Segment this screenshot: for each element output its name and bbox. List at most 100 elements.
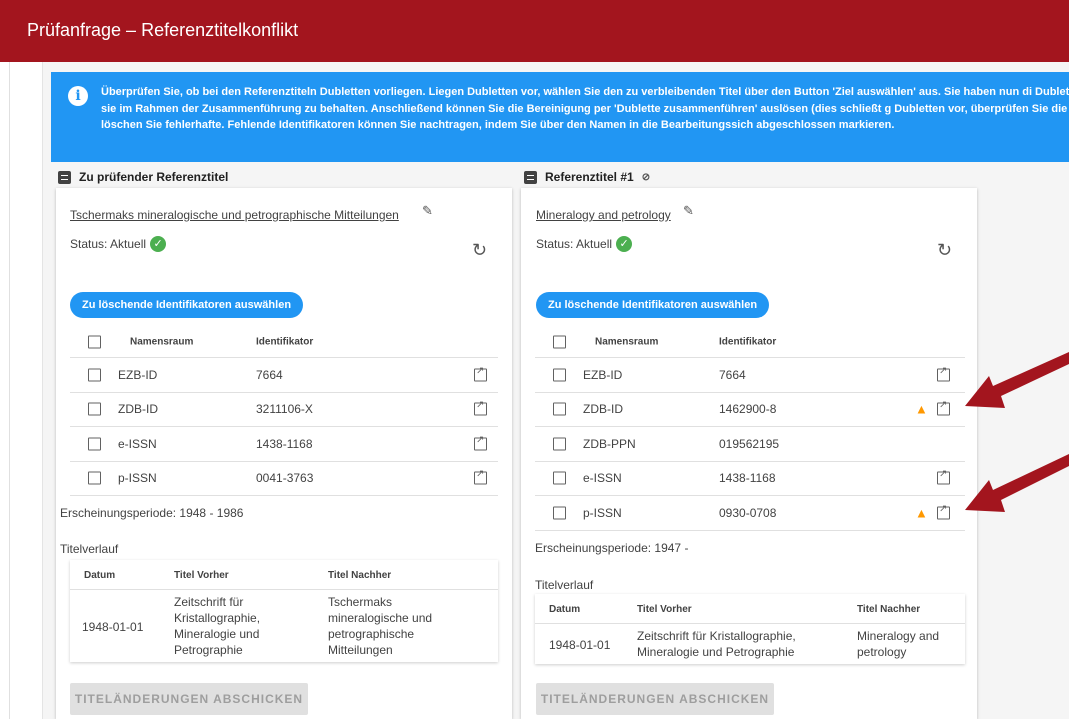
refresh-icon[interactable]: ↻	[937, 240, 952, 261]
check-icon: ✓	[150, 236, 167, 252]
identifier: 7664	[719, 367, 746, 382]
table-row: e-ISSN 1438-1168	[535, 462, 965, 496]
col-namespace: Namensraum	[595, 336, 659, 347]
right-title-link[interactable]: Mineralogy and petrology	[536, 208, 671, 222]
open-external-icon[interactable]	[474, 434, 487, 451]
warning-icon: ▲	[915, 505, 928, 521]
open-external-icon[interactable]	[474, 365, 487, 382]
col-title-before: Titel Vorher	[174, 570, 229, 581]
history-row: 1948-01-01 Zeitschrift für Kristallograp…	[70, 590, 498, 662]
col-title-after: Titel Nachher	[328, 570, 392, 581]
warning-icon: ▲	[915, 401, 928, 417]
info-text: Überprüfen Sie, ob bei den Referenztitel…	[101, 86, 1069, 131]
info-alert: i Überprüfen Sie, ob bei den Referenztit…	[51, 72, 1069, 162]
history-before: Zeitschrift für Kristallographie, Minera…	[637, 629, 796, 659]
namespace: EZB-ID	[583, 367, 623, 382]
table-header: Namensraum Identifikator	[535, 326, 965, 358]
col-identifier: Identifikator	[719, 336, 777, 347]
submit-title-changes-button[interactable]: TITELÄNDERUNGEN ABSCHICKEN	[70, 683, 308, 715]
history-after: Tschermaks mineralogische und petrograph…	[328, 595, 433, 657]
history-before: Zeitschrift für Kristallographie, Minera…	[174, 595, 261, 657]
app-header: Prüfanfrage – Referenztitelkonflikt	[0, 0, 1069, 62]
table-row: ZDB-ID 1462900-8 ▲	[535, 393, 965, 427]
row-checkbox[interactable]	[88, 402, 101, 416]
edit-icon[interactable]: ✎	[422, 203, 433, 219]
status-label: Status: Aktuell	[70, 237, 147, 251]
select-identifiers-button[interactable]: Zu löschende Identifikatoren auswählen	[70, 292, 304, 318]
namespace: e-ISSN	[118, 436, 157, 451]
table-row: e-ISSN 1438-1168	[70, 427, 498, 462]
right-column-header: Referenztitel #1 ⊘	[524, 170, 650, 184]
open-external-icon[interactable]	[937, 469, 950, 485]
history-date: 1948-01-01	[549, 638, 611, 652]
left-card: Tschermaks mineralogische und petrograph…	[56, 188, 512, 719]
left-title-link[interactable]: Tschermaks mineralogische und petrograph…	[70, 208, 399, 222]
select-all-checkbox[interactable]	[553, 335, 566, 348]
namespace: ZDB-ID	[118, 402, 158, 417]
table-row: p-ISSN 0041-3763	[70, 462, 498, 496]
row-checkbox[interactable]	[553, 437, 566, 451]
row-checkbox[interactable]	[88, 471, 101, 485]
title-history-table: Datum Titel Vorher Titel Nachher 1948-01…	[70, 560, 498, 662]
open-external-icon[interactable]	[474, 400, 487, 416]
check-icon: ✓	[616, 236, 633, 252]
visibility-off-icon: ⊘	[641, 171, 651, 183]
row-checkbox[interactable]	[553, 402, 566, 416]
left-column-title: Zu prüfender Referenztitel	[79, 170, 229, 184]
status-label: Status: Aktuell	[536, 237, 613, 251]
open-external-icon[interactable]	[474, 469, 487, 485]
namespace: EZB-ID	[118, 367, 158, 382]
identifier: 1438-1168	[719, 471, 776, 486]
identifier: 1438-1168	[256, 436, 313, 451]
document-icon	[524, 170, 537, 184]
history-header: Datum Titel Vorher Titel Nachher	[535, 594, 965, 624]
row-checkbox[interactable]	[553, 471, 566, 485]
submit-title-changes-button[interactable]: TITELÄNDERUNGEN ABSCHICKEN	[536, 683, 774, 715]
table-row: ZDB-PPN 019562195	[535, 427, 965, 462]
left-divider	[9, 62, 10, 719]
publication-period: Erscheinungsperiode: 1947 -	[535, 541, 689, 555]
left-status: Status: Aktuell ✓	[70, 236, 167, 252]
table-row: ZDB-ID 3211106-X	[70, 393, 498, 427]
identifier: 019562195	[719, 436, 780, 451]
select-identifiers-button[interactable]: Zu löschende Identifikatoren auswählen	[536, 292, 770, 318]
history-header: Datum Titel Vorher Titel Nachher	[70, 560, 498, 590]
namespace: ZDB-PPN	[583, 436, 636, 451]
row-checkbox[interactable]	[553, 506, 566, 520]
row-checkbox[interactable]	[88, 368, 101, 382]
open-external-icon[interactable]	[937, 503, 950, 520]
col-date: Datum	[549, 604, 581, 615]
row-checkbox[interactable]	[553, 368, 566, 382]
table-header: Namensraum Identifikator	[70, 326, 498, 358]
history-after: Mineralogy and petrology	[857, 629, 940, 659]
right-card: Mineralogy and petrology ✎ Status: Aktue…	[521, 188, 977, 719]
table-row: p-ISSN 0930-0708 ▲	[535, 496, 965, 531]
open-external-icon[interactable]	[937, 365, 950, 382]
arrow-zdb-id	[965, 352, 1069, 408]
right-column-title: Referenztitel #1	[545, 170, 634, 184]
identifier: 3211106-X	[256, 402, 313, 417]
annotation-arrows	[965, 352, 1069, 512]
namespace: p-ISSN	[118, 471, 157, 486]
open-external-icon[interactable]	[937, 400, 950, 416]
right-identifier-table: Namensraum Identifikator EZB-ID 7664 ZDB…	[535, 326, 965, 531]
title-history-label: Titelverlauf	[535, 578, 594, 592]
document-icon	[58, 170, 71, 184]
left-column-header: Zu prüfender Referenztitel	[58, 170, 228, 184]
right-status: Status: Aktuell ✓	[536, 236, 633, 252]
edit-icon[interactable]: ✎	[683, 203, 694, 219]
history-row: 1948-01-01 Zeitschrift für Kristallograp…	[535, 624, 965, 664]
select-all-checkbox[interactable]	[88, 335, 101, 348]
identifier: 0041-3763	[256, 471, 314, 486]
left-identifier-table: Namensraum Identifikator EZB-ID 7664 ZDB…	[70, 326, 498, 496]
identifier: 0930-0708	[719, 505, 777, 520]
history-date: 1948-01-01	[82, 620, 144, 634]
col-date: Datum	[84, 570, 116, 581]
row-checkbox[interactable]	[88, 437, 101, 451]
refresh-icon[interactable]: ↻	[472, 240, 487, 261]
identifier: 7664	[256, 367, 283, 382]
identifier: 1462900-8	[719, 402, 777, 417]
arrow-p-issn	[965, 454, 1069, 512]
table-row: EZB-ID 7664	[70, 358, 498, 393]
publication-period: Erscheinungsperiode: 1948 - 1986	[60, 506, 244, 520]
